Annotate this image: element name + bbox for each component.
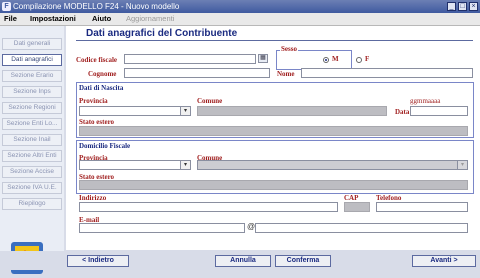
sesso-f-radio[interactable] (356, 57, 362, 63)
sesso-m-label: M (332, 55, 339, 63)
f24-app-icon: F (2, 2, 11, 11)
nascita-stato-estero-label: Stato estero (79, 118, 115, 126)
indirizzo-label: Indirizzo (79, 194, 107, 202)
button-bar: < Indietro Annulla Conferma Avanti > (0, 251, 480, 270)
sesso-m-radio[interactable] (323, 57, 329, 63)
domicilio-provincia-select[interactable]: ▾ (79, 160, 191, 170)
telefono-label: Telefono (376, 194, 402, 202)
form-panel: Dati anagrafici del Contribuente Codice … (66, 26, 480, 250)
back-button[interactable]: < Indietro (67, 255, 129, 267)
sidebar-item-sezione-inps[interactable]: Sezione Inps (2, 86, 62, 98)
nome-field[interactable] (301, 68, 473, 78)
cancel-button[interactable]: Annulla (215, 255, 271, 267)
domicilio-fiscale-section-title: Domicilio Fiscale (79, 142, 131, 150)
domicilio-comune-select[interactable]: ▾ (197, 160, 468, 170)
domicilio-stato-estero-field[interactable] (79, 180, 468, 190)
menu-impostazioni[interactable]: Impostazioni (30, 13, 76, 25)
nascita-provincia-select[interactable]: ▾ (79, 106, 191, 116)
chevron-down-icon: ▾ (457, 161, 467, 169)
sesso-label: Sesso (280, 45, 298, 53)
sesso-f-label: F (365, 55, 370, 63)
cap-label: CAP (344, 194, 359, 202)
nome-label: Nome (277, 70, 295, 78)
nascita-comune-label: Comune (197, 97, 223, 105)
sidebar-item-riepilogo[interactable]: Riepilogo (2, 198, 62, 210)
minimize-icon[interactable]: _ (447, 2, 456, 11)
title-divider (76, 40, 473, 41)
codice-fiscale-field[interactable] (124, 54, 256, 64)
cap-field[interactable] (344, 202, 370, 212)
sidebar-item-sezione-accise[interactable]: Sezione Accise (2, 166, 62, 178)
maximize-icon[interactable]: □ (458, 2, 467, 11)
email-user-field[interactable] (79, 223, 245, 233)
sidebar-item-sezione-inail[interactable]: Sezione Inail (2, 134, 62, 146)
cognome-label: Cognome (88, 70, 117, 78)
chevron-down-icon: ▾ (180, 107, 190, 115)
chevron-down-icon: ▾ (180, 161, 190, 169)
indirizzo-field[interactable] (79, 202, 338, 212)
data-format-hint: ggmmaaaa (410, 97, 441, 105)
nascita-provincia-label: Provincia (79, 97, 108, 105)
page-title: Dati anagrafici del Contribuente (86, 28, 238, 39)
title-bar: F Compilazione MODELLO F24 - Nuovo model… (0, 0, 480, 13)
sidebar-item-sezione-erario[interactable]: Sezione Erario (2, 70, 62, 82)
menu-aggiornamenti[interactable]: Aggiornamenti (126, 13, 174, 25)
close-icon[interactable]: × (469, 2, 478, 11)
sidebar-item-sezione-altri-enti[interactable]: Sezione Altri Enti (2, 150, 62, 162)
nascita-stato-estero-field[interactable] (79, 126, 468, 136)
telefono-field[interactable] (376, 202, 468, 212)
window-title: Compilazione MODELLO F24 - Nuovo modello (13, 2, 180, 11)
email-at-sign: @ (247, 222, 256, 231)
nascita-data-field[interactable] (410, 106, 468, 116)
sidebar-item-dati-generali[interactable]: Dati generali (2, 38, 62, 50)
sidebar-item-sezione-regioni[interactable]: Sezione Regioni (2, 102, 62, 114)
confirm-button[interactable]: Conferma (275, 255, 331, 267)
dati-nascita-section-title: Dati di Nascita (79, 84, 124, 92)
sesso-group (276, 50, 352, 70)
menu-bar: File Impostazioni Aiuto Aggiornamenti (0, 13, 480, 26)
sidebar-item-sezione-iva-ue[interactable]: Sezione IVA U.E. (2, 182, 62, 194)
nascita-data-label: Data (395, 108, 410, 116)
email-domain-field[interactable] (255, 223, 468, 233)
codice-fiscale-label: Codice fiscale (76, 56, 118, 64)
calculator-icon[interactable]: ▦ (258, 54, 268, 63)
menu-file[interactable]: File (4, 13, 17, 25)
nascita-comune-field[interactable] (197, 106, 387, 116)
next-button[interactable]: Avanti > (412, 255, 476, 267)
sidebar-item-sezione-enti-locali[interactable]: Sezione Enti Lo... (2, 118, 62, 130)
menu-aiuto[interactable]: Aiuto (92, 13, 111, 25)
sidebar: Dati generali Dati anagrafici Sezione Er… (0, 26, 64, 274)
cognome-field[interactable] (124, 68, 270, 78)
sidebar-item-dati-anagrafici[interactable]: Dati anagrafici (2, 54, 62, 66)
